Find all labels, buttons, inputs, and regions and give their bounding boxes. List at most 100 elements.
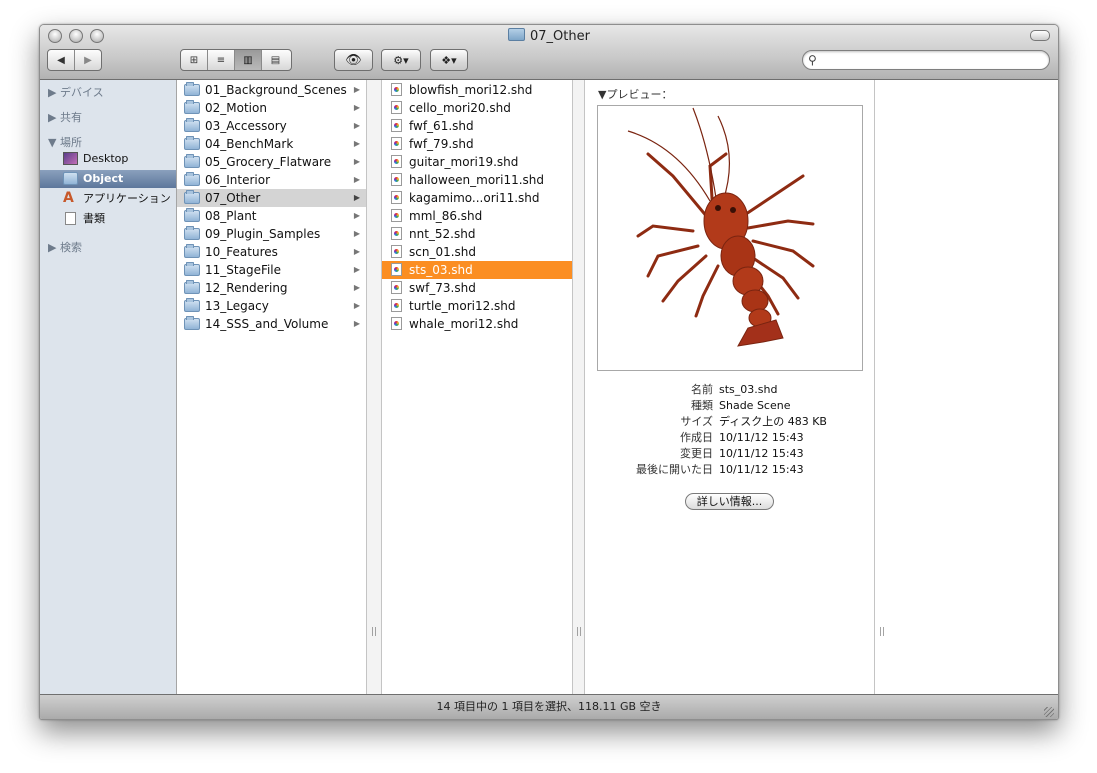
sidebar-item-documents[interactable]: 書類	[40, 210, 176, 228]
sidebar-item-label: Desktop	[83, 152, 129, 165]
folder-row[interactable]: 14_SSS_and_Volume ▶	[177, 315, 366, 333]
column-resize-handle[interactable]: ||	[879, 627, 885, 637]
folder-icon	[63, 172, 78, 185]
icon-view-button[interactable]: ⊞	[181, 50, 208, 70]
folder-icon	[184, 100, 200, 114]
search-input[interactable]	[823, 52, 1047, 70]
folder-row[interactable]: 07_Other ▶	[177, 189, 366, 207]
column-view-button[interactable]: ▥	[235, 50, 262, 70]
folder-row[interactable]: 09_Plugin_Samples ▶	[177, 225, 366, 243]
list-view-button[interactable]: ≡	[208, 50, 235, 70]
folder-name: 05_Grocery_Flatware	[205, 155, 332, 169]
search-field[interactable]: ⚲	[802, 50, 1050, 70]
info-value: sts_03.shd	[719, 383, 778, 396]
folder-name: 13_Legacy	[205, 299, 269, 313]
file-row[interactable]: blowfish_mori12.shd	[382, 81, 572, 99]
info-key: 変更日	[680, 447, 713, 460]
search-icon: ⚲	[808, 53, 817, 67]
file-row[interactable]: guitar_mori19.shd	[382, 153, 572, 171]
disclosure-arrow-icon: ▶	[353, 139, 360, 148]
gear-icon: ⚙▾	[393, 53, 409, 67]
file-row[interactable]: halloween_mori11.shd	[382, 171, 572, 189]
sidebar-section-search[interactable]: ▶ 検索	[48, 239, 82, 255]
sidebar-item-desktop[interactable]: Desktop	[40, 150, 176, 168]
file-column: blowfish_mori12.shd cello_mori20.shd fwf_6…	[382, 80, 573, 694]
file-name: halloween_mori11.shd	[409, 173, 545, 187]
folder-row[interactable]: 01_Background_Scenes ▶	[177, 81, 366, 99]
folder-name: 11_StageFile	[205, 263, 282, 277]
dropbox-icon: ❖▾	[441, 53, 457, 67]
folder-icon	[184, 136, 200, 150]
shade-file-icon	[391, 191, 402, 204]
folder-name: 10_Features	[205, 245, 278, 259]
coverflow-view-button[interactable]: ▤	[262, 50, 289, 70]
resize-grip-icon[interactable]	[1044, 707, 1054, 717]
sidebar-item-object[interactable]: Object	[40, 170, 176, 188]
file-name: guitar_mori19.shd	[409, 155, 519, 169]
view-mode-buttons: ⊞ ≡ ▥ ▤	[180, 49, 292, 71]
folder-icon	[184, 280, 200, 294]
folder-name: 06_Interior	[205, 173, 271, 187]
folder-icon	[184, 190, 200, 204]
file-row[interactable]: sts_03.shd	[382, 261, 572, 279]
folder-row[interactable]: 02_Motion ▶	[177, 99, 366, 117]
folder-row[interactable]: 08_Plant ▶	[177, 207, 366, 225]
file-row[interactable]: kagamimo...ori11.shd	[382, 189, 572, 207]
file-row[interactable]: scn_01.shd	[382, 243, 572, 261]
folder-icon	[184, 226, 200, 240]
folder-icon	[184, 172, 200, 186]
sidebar-section-shared[interactable]: ▶ 共有	[48, 109, 82, 125]
folder-row[interactable]: 03_Accessory ▶	[177, 117, 366, 135]
info-row: サイズ ディスク上の 483 KB	[585, 414, 874, 430]
toolbar-toggle-button[interactable]	[1030, 30, 1050, 41]
disclosure-arrow-icon: ▶	[353, 175, 360, 184]
info-key: 種類	[691, 399, 713, 412]
back-forward-buttons: ◀ ▶	[47, 49, 102, 71]
file-row[interactable]: whale_mori12.shd	[382, 315, 572, 333]
column-divider[interactable]	[367, 80, 382, 694]
file-row[interactable]: fwf_61.shd	[382, 117, 572, 135]
file-row[interactable]: swf_73.shd	[382, 279, 572, 297]
file-row[interactable]: turtle_mori12.shd	[382, 297, 572, 315]
folder-row[interactable]: 04_BenchMark ▶	[177, 135, 366, 153]
window-title-text: 07_Other	[530, 29, 590, 44]
back-button[interactable]: ◀	[48, 50, 75, 70]
column-resize-handle[interactable]: ||	[371, 627, 377, 637]
column-resize-handle[interactable]: ||	[576, 627, 582, 637]
column-divider[interactable]	[573, 80, 585, 694]
quicklook-button[interactable]: 👁	[334, 49, 373, 71]
forward-button[interactable]: ▶	[75, 50, 101, 70]
info-value: 10/11/12 15:43	[719, 463, 804, 476]
file-row[interactable]: mml_86.shd	[382, 207, 572, 225]
file-row[interactable]: fwf_79.shd	[382, 135, 572, 153]
status-text: 14 項目中の 1 項目を選択、118.11 GB 空き	[436, 700, 662, 713]
sidebar-item-applications[interactable]: A アプリケーション	[40, 190, 176, 208]
shade-file-icon	[391, 227, 402, 240]
folder-row[interactable]: 06_Interior ▶	[177, 171, 366, 189]
action-button[interactable]: ⚙▾	[381, 49, 421, 71]
folder-row[interactable]: 11_StageFile ▶	[177, 261, 366, 279]
sidebar-section-places[interactable]: ▼ 場所	[48, 134, 82, 150]
folder-row[interactable]: 05_Grocery_Flatware ▶	[177, 153, 366, 171]
disclosure-arrow-icon: ▶	[353, 229, 360, 238]
folder-name: 04_BenchMark	[205, 137, 294, 151]
preview-thumbnail[interactable]	[597, 105, 863, 371]
shade-file-icon	[391, 281, 402, 294]
more-info-button[interactable]: 詳しい情報...	[685, 493, 774, 510]
info-row: 作成日 10/11/12 15:43	[585, 430, 874, 446]
file-row[interactable]: cello_mori20.shd	[382, 99, 572, 117]
folder-row[interactable]: 12_Rendering ▶	[177, 279, 366, 297]
folder-icon	[184, 298, 200, 312]
folder-name: 09_Plugin_Samples	[205, 227, 321, 241]
folder-row[interactable]: 13_Legacy ▶	[177, 297, 366, 315]
sidebar-section-devices[interactable]: ▶ デバイス	[48, 84, 104, 100]
file-name: nnt_52.shd	[409, 227, 476, 241]
info-row: 種類 Shade Scene	[585, 398, 874, 414]
folder-row[interactable]: 10_Features ▶	[177, 243, 366, 261]
folder-icon	[184, 82, 200, 96]
eye-icon: 👁	[345, 52, 362, 68]
folder-icon	[184, 316, 200, 330]
file-name: whale_mori12.shd	[409, 317, 519, 331]
file-row[interactable]: nnt_52.shd	[382, 225, 572, 243]
dropbox-button[interactable]: ❖▾	[430, 49, 468, 71]
